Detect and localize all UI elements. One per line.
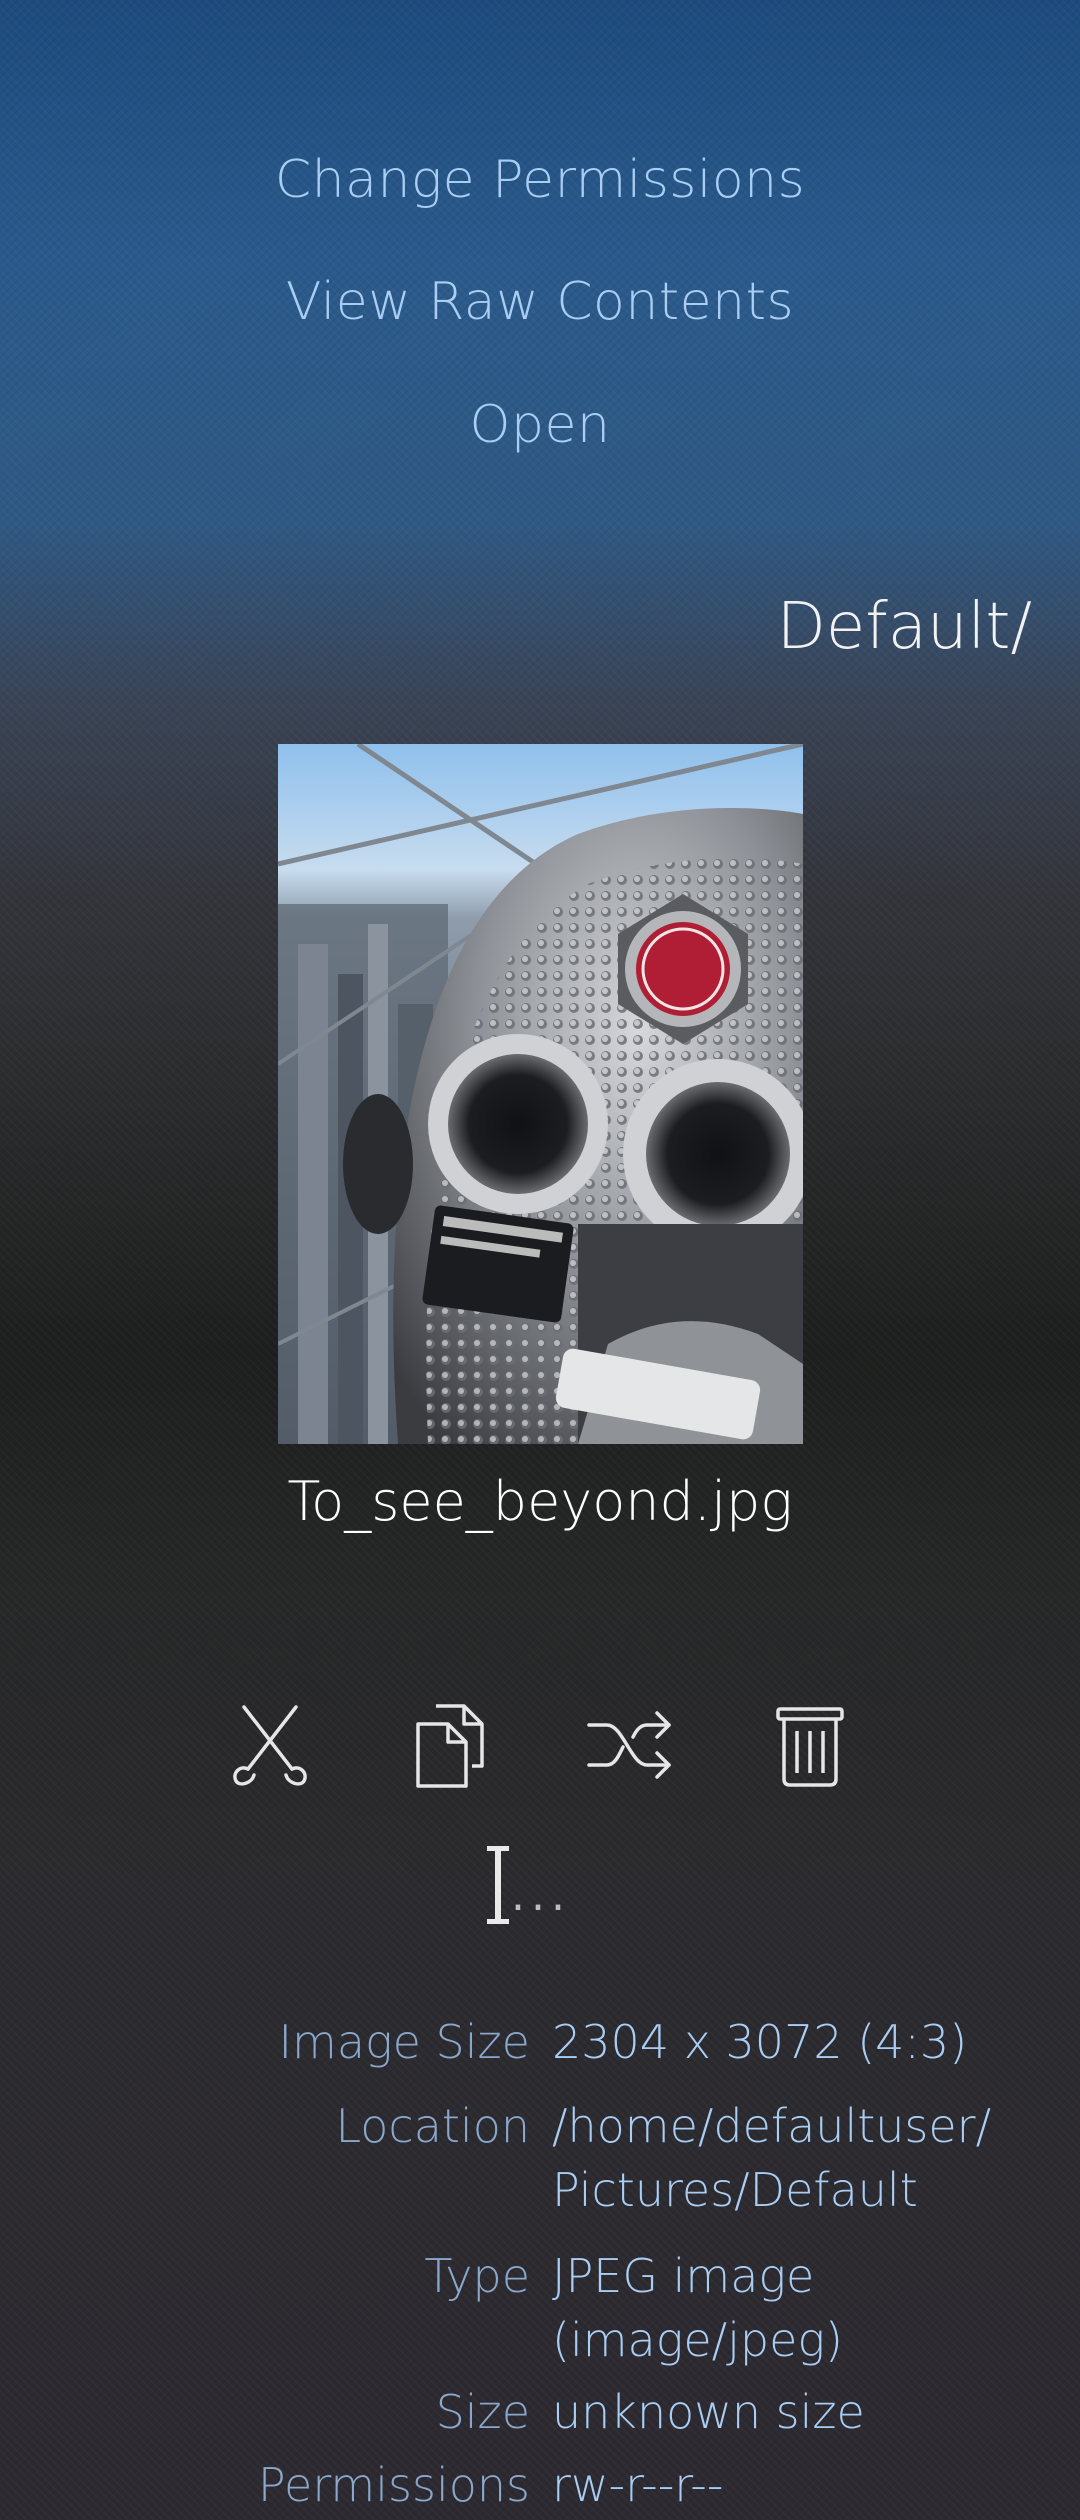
detail-location: Location /home/defaultuser/ Pictures/Def… <box>0 2094 1080 2222</box>
detail-permissions: Permissions rw-r--r-- <box>0 2453 1080 2517</box>
shuffle-icon <box>587 1711 671 1779</box>
file-name: To_see_beyond.jpg <box>287 1470 793 1533</box>
view-raw-contents-menu-item[interactable]: View Raw Contents <box>0 272 1080 332</box>
detail-value: rw-r--r-- <box>552 2458 724 2512</box>
move-button[interactable] <box>585 1700 675 1790</box>
copy-button[interactable] <box>405 1700 495 1790</box>
detail-image-size: Image Size 2304 x 3072 (4:3) <box>0 2010 1080 2074</box>
detail-type: Type JPEG image (image/jpeg) <box>0 2244 1080 2372</box>
cut-button[interactable] <box>225 1700 315 1790</box>
detail-label: Size <box>435 2385 530 2439</box>
page-title: Default/ <box>776 590 1032 664</box>
detail-value: unknown size <box>552 2385 865 2439</box>
detail-label: Permissions <box>257 2458 530 2512</box>
image-thumbnail[interactable] <box>278 744 803 1444</box>
detail-value: JPEG image (image/jpeg) <box>552 2249 843 2367</box>
delete-button[interactable] <box>765 1700 855 1790</box>
copy-icon <box>416 1704 484 1788</box>
rename-dots: ... <box>511 1869 571 1921</box>
open-menu-item[interactable]: Open <box>0 395 1080 455</box>
binocular-viewer-photo <box>278 744 803 1444</box>
text-cursor-icon <box>487 1846 509 1924</box>
change-permissions-menu-item[interactable]: Change Permissions <box>0 150 1080 210</box>
rename-button[interactable]: ... <box>487 1845 595 1925</box>
trash-icon <box>776 1707 844 1787</box>
detail-label: Location <box>335 2099 530 2153</box>
detail-size: Size unknown size <box>0 2380 1080 2444</box>
detail-label: Image Size <box>278 2015 530 2069</box>
detail-value: /home/defaultuser/ Pictures/Default <box>552 2099 992 2217</box>
detail-value: 2304 x 3072 (4:3) <box>552 2015 968 2069</box>
detail-label: Type <box>424 2249 530 2303</box>
scissors-icon <box>233 1705 307 1786</box>
